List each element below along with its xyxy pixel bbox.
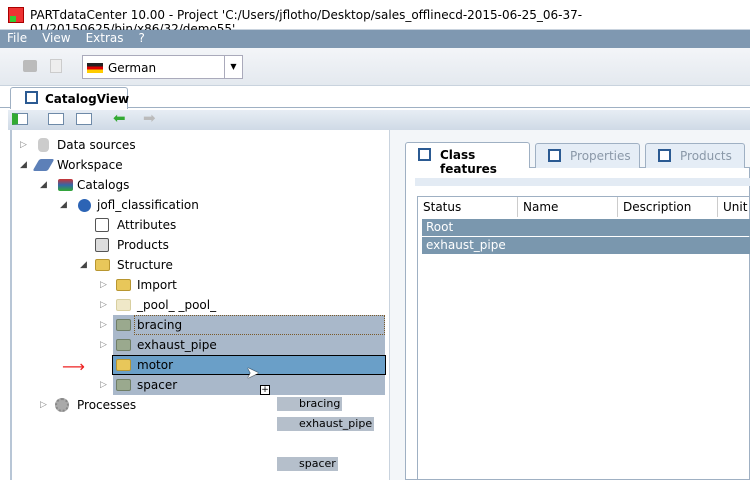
database-icon <box>38 138 49 152</box>
title-bar: PARTdataCenter 10.00 - Project 'C:/Users… <box>0 0 750 36</box>
export-icon[interactable] <box>12 113 28 125</box>
gear-icon <box>55 398 69 412</box>
column-description[interactable]: Description <box>618 197 718 217</box>
document-icon <box>25 91 38 104</box>
drag-item-bracing: bracing <box>277 397 343 411</box>
catalog-toolbar: ⬅ ➡ <box>8 109 750 130</box>
folder-icon <box>116 359 131 371</box>
menu-help[interactable]: ? <box>132 30 153 45</box>
panel-toolbar <box>415 178 750 186</box>
focus-rect <box>134 315 385 335</box>
tab-products[interactable]: Products <box>645 143 745 168</box>
language-value: German <box>108 61 157 75</box>
globe-icon <box>78 199 91 212</box>
chevron-down-icon[interactable]: ▼ <box>224 56 242 78</box>
app-icon <box>8 7 24 23</box>
tab-properties[interactable]: Properties <box>535 143 640 168</box>
table-row[interactable]: Root <box>422 219 750 236</box>
german-flag-icon <box>87 63 103 73</box>
mouse-cursor-icon: ➤ <box>246 363 260 382</box>
folder-icon <box>95 259 110 271</box>
column-status[interactable]: Status <box>418 197 518 217</box>
attributes-icon <box>95 218 109 232</box>
column-unit[interactable]: Unit <box>718 197 750 217</box>
menu-extras[interactable]: Extras <box>79 30 132 45</box>
new-icon[interactable] <box>50 59 62 73</box>
drag-copy-plus-icon: + <box>260 385 270 395</box>
menu-file[interactable]: File <box>0 30 35 45</box>
horizontal-split-icon[interactable] <box>48 113 64 125</box>
language-select[interactable]: German ▼ <box>82 55 243 79</box>
features-table: Status Name Description Unit Root exhaus… <box>417 196 750 480</box>
document-icon <box>418 148 431 161</box>
folder-icon <box>116 299 131 311</box>
forward-arrow-icon[interactable]: ➡ <box>143 109 156 127</box>
tab-class-features[interactable]: Class features <box>405 142 530 176</box>
document-icon <box>548 149 561 162</box>
tab-catalog-view[interactable]: CatalogView <box>10 87 130 109</box>
red-arrow-annotation: ⟶ <box>62 357 85 376</box>
drag-item-exhaust-pipe: exhaust_pipe <box>277 417 375 431</box>
drag-item-spacer: spacer <box>277 457 338 471</box>
menu-view[interactable]: View <box>35 30 78 45</box>
folder-icon <box>116 319 131 331</box>
document-icon <box>658 149 671 162</box>
open-icon[interactable] <box>23 60 37 72</box>
folder-icon <box>116 279 131 291</box>
menu-bar: File View Extras? <box>0 30 750 48</box>
column-name[interactable]: Name <box>518 197 618 217</box>
tab-label: CatalogView <box>45 92 130 106</box>
products-icon <box>95 238 109 252</box>
vertical-split-icon[interactable] <box>76 113 92 125</box>
back-arrow-icon[interactable]: ⬅ <box>113 109 126 127</box>
folder-icon <box>116 379 131 391</box>
folder-icon <box>116 339 131 351</box>
catalogs-icon <box>58 179 73 191</box>
table-row[interactable]: exhaust_pipe <box>422 237 750 254</box>
